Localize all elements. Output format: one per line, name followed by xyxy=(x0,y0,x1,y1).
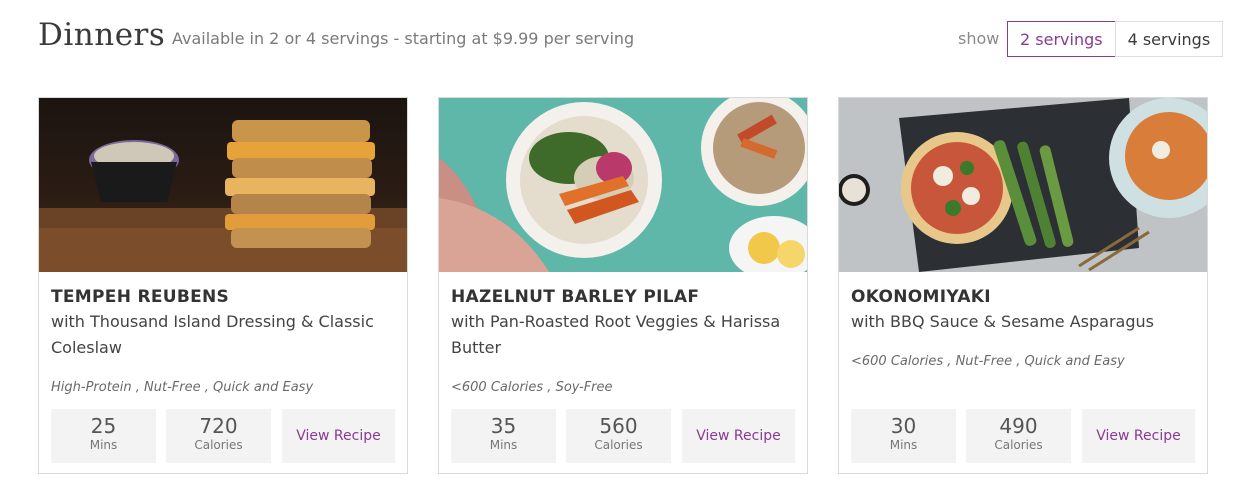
view-recipe-button[interactable]: View Recipe xyxy=(682,409,795,463)
recipe-tags: High-Protein , Nut-Free , Quick and Easy xyxy=(51,380,314,395)
calories-unit: Calories xyxy=(994,438,1043,452)
recipe-tags: <600 Calories , Soy-Free xyxy=(451,380,613,395)
time-stat: 35 Mins xyxy=(451,409,556,463)
calories-stat: 490 Calories xyxy=(966,409,1071,463)
recipe-description: with Thousand Island Dressing & Classic … xyxy=(51,312,374,357)
time-stat: 25 Mins xyxy=(51,409,156,463)
calories-stat: 560 Calories xyxy=(566,409,671,463)
calories-value: 490 xyxy=(999,414,1038,438)
calories-value: 560 xyxy=(599,414,638,438)
recipe-description: with Pan-Roasted Root Veggies & Harissa … xyxy=(451,312,781,357)
time-unit: Mins xyxy=(489,438,518,452)
recipe-title[interactable]: OKONOMIYAKI xyxy=(851,286,991,308)
calories-stat: 720 Calories xyxy=(166,409,271,463)
calories-unit: Calories xyxy=(594,438,643,452)
time-unit: Mins xyxy=(89,438,118,452)
recipe-card[interactable]: TEMPEH REUBENS with Thousand Island Dres… xyxy=(38,97,408,474)
recipe-description: with BBQ Sauce & Sesame Asparagus xyxy=(851,312,1154,331)
recipe-card[interactable]: OKONOMIYAKI with BBQ Sauce & Sesame Aspa… xyxy=(838,97,1208,474)
recipe-card-list: TEMPEH REUBENS with Thousand Island Dres… xyxy=(38,97,1208,474)
view-recipe-button[interactable]: View Recipe xyxy=(1082,409,1195,463)
calories-value: 720 xyxy=(199,414,238,438)
page-subtitle: Available in 2 or 4 servings - starting … xyxy=(172,29,635,48)
recipe-stats: 30 Mins 490 Calories View Recipe xyxy=(851,409,1195,463)
recipe-photo[interactable] xyxy=(39,98,407,272)
page-header: Dinners Available in 2 or 4 servings - s… xyxy=(38,16,1224,60)
time-value: 30 xyxy=(890,414,917,438)
recipe-tags: <600 Calories , Nut-Free , Quick and Eas… xyxy=(851,354,1125,369)
calories-unit: Calories xyxy=(194,438,243,452)
recipe-title[interactable]: TEMPEH REUBENS xyxy=(51,286,229,308)
time-unit: Mins xyxy=(889,438,918,452)
servings-toggle: 2 servings 4 servings xyxy=(1007,21,1224,57)
recipe-stats: 25 Mins 720 Calories View Recipe xyxy=(51,409,395,463)
four-servings-button[interactable]: 4 servings xyxy=(1114,21,1224,57)
show-label: show xyxy=(958,29,1000,48)
time-value: 35 xyxy=(490,414,517,438)
recipe-stats: 35 Mins 560 Calories View Recipe xyxy=(451,409,795,463)
recipe-card[interactable]: HAZELNUT BARLEY PILAF with Pan-Roasted R… xyxy=(438,97,808,474)
recipe-photo[interactable] xyxy=(839,98,1207,272)
two-servings-button[interactable]: 2 servings xyxy=(1007,21,1116,57)
recipe-title[interactable]: HAZELNUT BARLEY PILAF xyxy=(451,286,699,308)
view-recipe-button[interactable]: View Recipe xyxy=(282,409,395,463)
time-value: 25 xyxy=(90,414,117,438)
recipe-photo[interactable] xyxy=(439,98,807,272)
time-stat: 30 Mins xyxy=(851,409,956,463)
page-title: Dinners xyxy=(38,17,166,53)
